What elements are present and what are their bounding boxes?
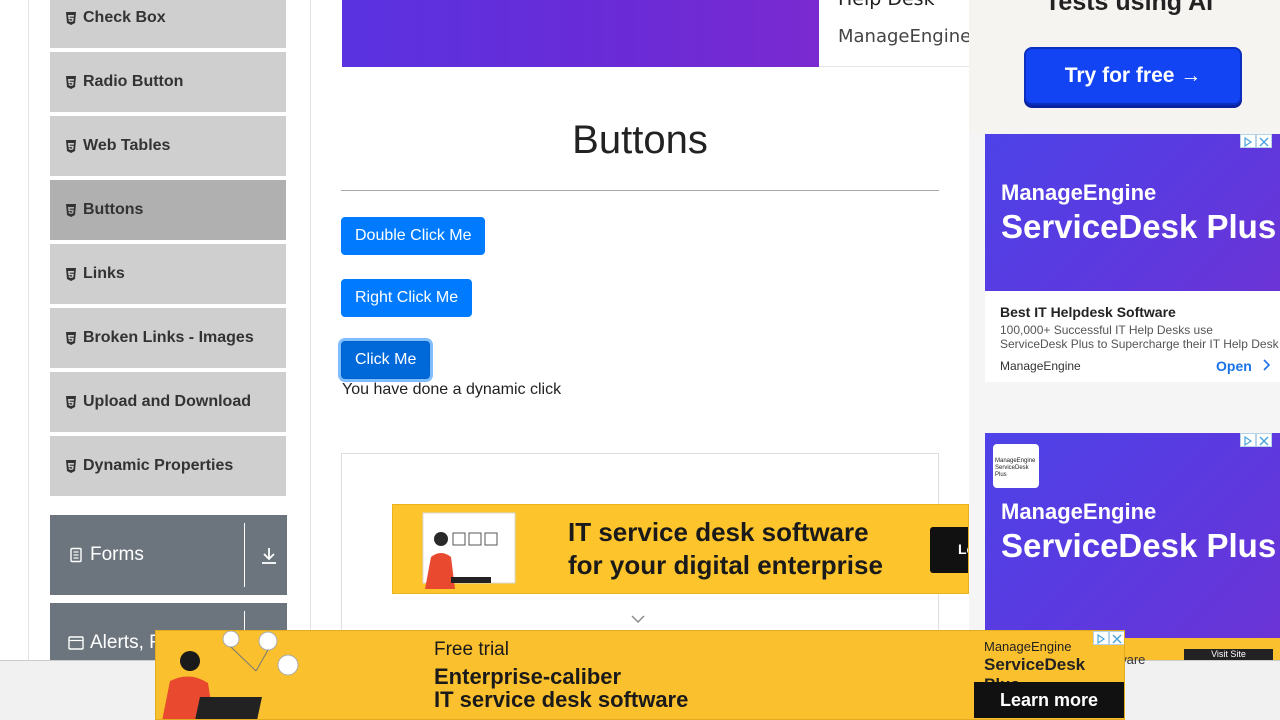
sidebar-item-radio-button[interactable]: Radio Button [50, 52, 286, 114]
right-click-button[interactable]: Right Click Me [341, 279, 473, 317]
close-icon[interactable] [1256, 433, 1272, 447]
ad-choices-icon[interactable] [1240, 134, 1256, 148]
ad-learn-button[interactable]: Le [930, 527, 968, 573]
ad-line-3: IT service desk software [434, 687, 689, 712]
left-gutter-divider [28, 0, 29, 660]
html5-icon [65, 459, 77, 473]
html5-icon [65, 331, 77, 345]
html5-icon [65, 139, 77, 153]
ad-line-1: Free trial [434, 639, 509, 660]
window-icon [68, 635, 84, 651]
bottom-ad-banner[interactable]: Free trial Enterprise-caliber IT service… [155, 630, 1125, 720]
top-ad-title: Help Desk [838, 0, 935, 10]
sidebar-item-dynamic-properties[interactable]: Dynamic Properties [50, 436, 286, 498]
ad-choices-icon[interactable] [1093, 631, 1109, 645]
inline-ad-banner[interactable]: IT service desk software for your digita… [392, 504, 969, 594]
sidebar-item-label: Web Tables [83, 137, 171, 154]
html5-icon [65, 203, 77, 217]
divider [341, 190, 939, 191]
close-icon[interactable] [1256, 134, 1272, 148]
chevron-down-icon[interactable] [630, 612, 646, 624]
divider [244, 523, 245, 587]
ad-choices-icon[interactable] [1240, 433, 1256, 447]
try-ad-heading: Tests using AI [1045, 0, 1214, 16]
sidebar-item-buttons[interactable]: Buttons [50, 180, 286, 242]
ad-product: ServiceDesk Plus [1001, 527, 1277, 564]
close-icon[interactable] [1109, 631, 1124, 645]
sidebar-item-broken-links[interactable]: Broken Links - Images [50, 308, 286, 370]
ad-open-label: Open [1216, 358, 1252, 374]
ad-logo: ManageEngine ServiceDesk Plus [993, 444, 1039, 488]
page: Check Box Radio Button Web Tables Button… [0, 0, 1280, 720]
chevron-right-icon [1263, 359, 1270, 371]
sidebar-item-check-box[interactable]: Check Box [50, 0, 286, 50]
servicedesk-ad-1[interactable]: ManageEngine ServiceDesk Plus [985, 134, 1280, 291]
sidebar-item-links[interactable]: Links [50, 244, 286, 306]
learn-more-button[interactable]: Learn more [974, 682, 1124, 718]
try-for-free-button[interactable]: Try for free → [1024, 47, 1242, 105]
download-icon [260, 545, 278, 565]
sidebar-item-label: Upload and Download [83, 393, 251, 410]
ad-card-brand: ManageEngine [1000, 359, 1081, 373]
sidebar-group-label: Alerts, F [90, 632, 161, 653]
sidebar-item-label: Radio Button [83, 73, 184, 90]
sidebar-item-upload-download[interactable]: Upload and Download [50, 372, 286, 434]
ad-card-description: 100,000+ Successful IT Help Desks use Se… [1000, 323, 1279, 351]
ad-visit-site-button[interactable]: Visit Site [1184, 649, 1273, 660]
page-title: Buttons [572, 118, 708, 162]
sidebar-item-web-tables[interactable]: Web Tables [50, 116, 286, 178]
sidebar-item-label: Buttons [83, 201, 144, 218]
sidebar-group-label: Forms [90, 544, 144, 565]
ad-brand: ManageEngine [984, 639, 1072, 654]
html5-icon [65, 75, 77, 89]
sidebar-item-label: Links [83, 265, 125, 282]
document-icon [68, 547, 84, 563]
top-ad-image[interactable] [342, 0, 819, 67]
ad-brand: ManageEngine [1001, 180, 1157, 205]
sidebar-item-label: Broken Links - Images [83, 329, 254, 346]
ad-headline-1: IT service desk software [568, 517, 869, 547]
ad-card-title: Best IT Helpdesk Software [1000, 304, 1176, 320]
html5-icon [65, 11, 77, 25]
click-me-button[interactable]: Click Me [341, 341, 431, 379]
ad-illustration [393, 505, 533, 593]
top-ad-brand: ManageEngine [838, 26, 972, 47]
ad-headline-2: for your digital enterprise [568, 550, 883, 580]
left-panel-divider [310, 0, 311, 660]
double-click-button[interactable]: Double Click Me [341, 217, 486, 255]
sidebar-group-forms[interactable]: Forms [50, 515, 287, 595]
ad-brand: ManageEngine [1001, 499, 1157, 524]
ad-open-link[interactable]: Open [1216, 358, 1270, 374]
html5-icon [65, 267, 77, 281]
dynamic-click-message: You have done a dynamic click [342, 381, 562, 398]
sidebar-item-label: Check Box [83, 9, 166, 26]
ad-product: ServiceDesk Plus [1001, 208, 1277, 245]
ad-illustration [156, 631, 306, 719]
html5-icon [65, 395, 77, 409]
sidebar-item-label: Dynamic Properties [83, 457, 234, 474]
